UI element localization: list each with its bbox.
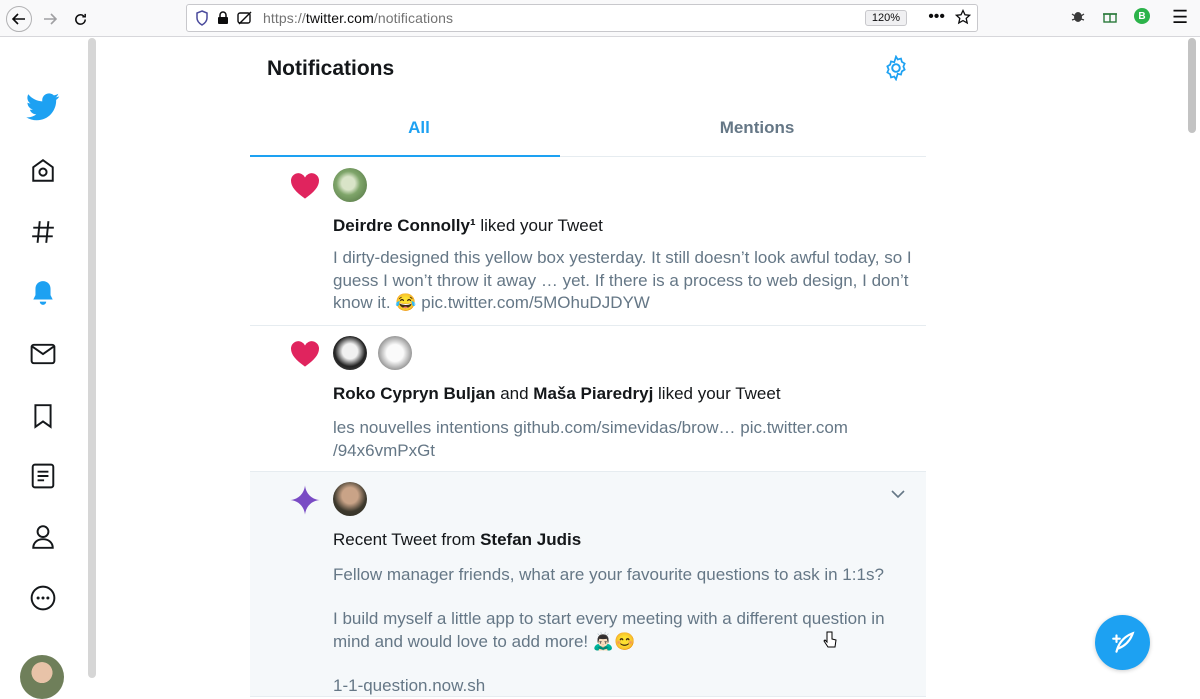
actor-name[interactable]: Deirdre Connolly¹ — [333, 216, 476, 235]
avatar[interactable] — [333, 336, 367, 370]
profile-icon[interactable] — [22, 516, 64, 558]
actor-name[interactable]: Maša Piaredryj — [533, 384, 653, 403]
tweet-preview[interactable]: I dirty-designed this yellow box yesterd… — [333, 247, 913, 315]
mouse-cursor-icon — [823, 631, 837, 654]
more-options-icon[interactable] — [22, 577, 64, 619]
heart-icon — [290, 173, 320, 199]
page-title: Notifications — [267, 57, 395, 80]
tab-all[interactable]: All — [250, 100, 588, 157]
page-scrollbar-thumb[interactable] — [1188, 38, 1196, 133]
tweet-preview[interactable]: les nouvelles intentions github.com/sime… — [333, 417, 873, 462]
bookmark-star-icon[interactable] — [955, 9, 971, 25]
forward-arrow-icon — [44, 13, 57, 25]
sidebar — [0, 38, 86, 697]
avatar[interactable] — [333, 482, 367, 516]
reload-icon — [74, 13, 86, 25]
lock-icon[interactable] — [217, 11, 229, 25]
home-icon[interactable] — [22, 150, 64, 192]
explore-hashtag-icon[interactable] — [22, 211, 64, 253]
permissions-icon[interactable] — [237, 11, 253, 25]
reload-button[interactable] — [67, 6, 93, 32]
notification-item[interactable]: Deirdre Connolly¹ liked your Tweet I dir… — [250, 158, 926, 326]
notification-item[interactable]: Recent Tweet from Stefan Judis Fellow ma… — [250, 472, 926, 697]
avatar[interactable] — [378, 336, 412, 370]
actor-name[interactable]: Roko Cypryn Buljan — [333, 384, 495, 403]
notification-item[interactable]: Roko Cypryn Buljan and Maša Piaredryj li… — [250, 326, 926, 472]
back-button[interactable] — [6, 6, 32, 32]
browser-toolbar: https://twitter.com/notifications 120% •… — [0, 0, 1200, 37]
gift-extension-icon[interactable] — [1102, 8, 1118, 24]
settings-gear-icon[interactable] — [883, 55, 909, 81]
back-arrow-icon — [12, 13, 25, 25]
url-text: https://twitter.com/notifications — [263, 10, 454, 26]
avatar[interactable] — [333, 168, 367, 202]
heart-icon — [290, 341, 320, 367]
notification-tabs: All Mentions — [250, 100, 926, 157]
sidebar-scrollbar[interactable] — [88, 38, 96, 678]
actor-name[interactable]: Stefan Judis — [480, 530, 581, 549]
messages-envelope-icon[interactable] — [22, 333, 64, 375]
tweet-preview-line[interactable]: Fellow manager friends, what are your fa… — [333, 564, 913, 587]
profile-extension-icon[interactable]: B — [1134, 8, 1150, 24]
notification-text: Deirdre Connolly¹ liked your Tweet — [333, 216, 603, 235]
compose-feather-icon — [1111, 630, 1134, 653]
tab-mentions[interactable]: Mentions — [588, 100, 926, 156]
address-bar[interactable]: https://twitter.com/notifications 120% •… — [186, 4, 978, 32]
bug-extension-icon[interactable] — [1070, 8, 1086, 24]
chevron-down-icon[interactable] — [891, 486, 905, 502]
page-actions-icon[interactable]: ••• — [928, 8, 945, 26]
twitter-logo-icon[interactable] — [22, 86, 64, 128]
account-avatar[interactable] — [20, 655, 64, 699]
notification-text: Roko Cypryn Buljan and Maša Piaredryj li… — [333, 384, 781, 403]
sparkle-icon — [290, 485, 320, 515]
hamburger-menu-icon[interactable]: ☰ — [1172, 7, 1188, 28]
compose-tweet-button[interactable] — [1095, 615, 1150, 670]
forward-button[interactable] — [37, 6, 63, 32]
notifications-timeline: Notifications All Mentions Deirdre Conno… — [250, 38, 926, 697]
bookmarks-icon[interactable] — [22, 395, 64, 437]
shield-icon[interactable] — [195, 10, 209, 26]
zoom-level-badge[interactable]: 120% — [864, 10, 907, 26]
tweet-preview-link[interactable]: 1-1-question.now.sh — [333, 675, 913, 698]
lists-icon[interactable] — [22, 455, 64, 497]
notifications-bell-icon[interactable] — [22, 272, 64, 314]
notification-text: Recent Tweet from Stefan Judis — [333, 530, 582, 549]
